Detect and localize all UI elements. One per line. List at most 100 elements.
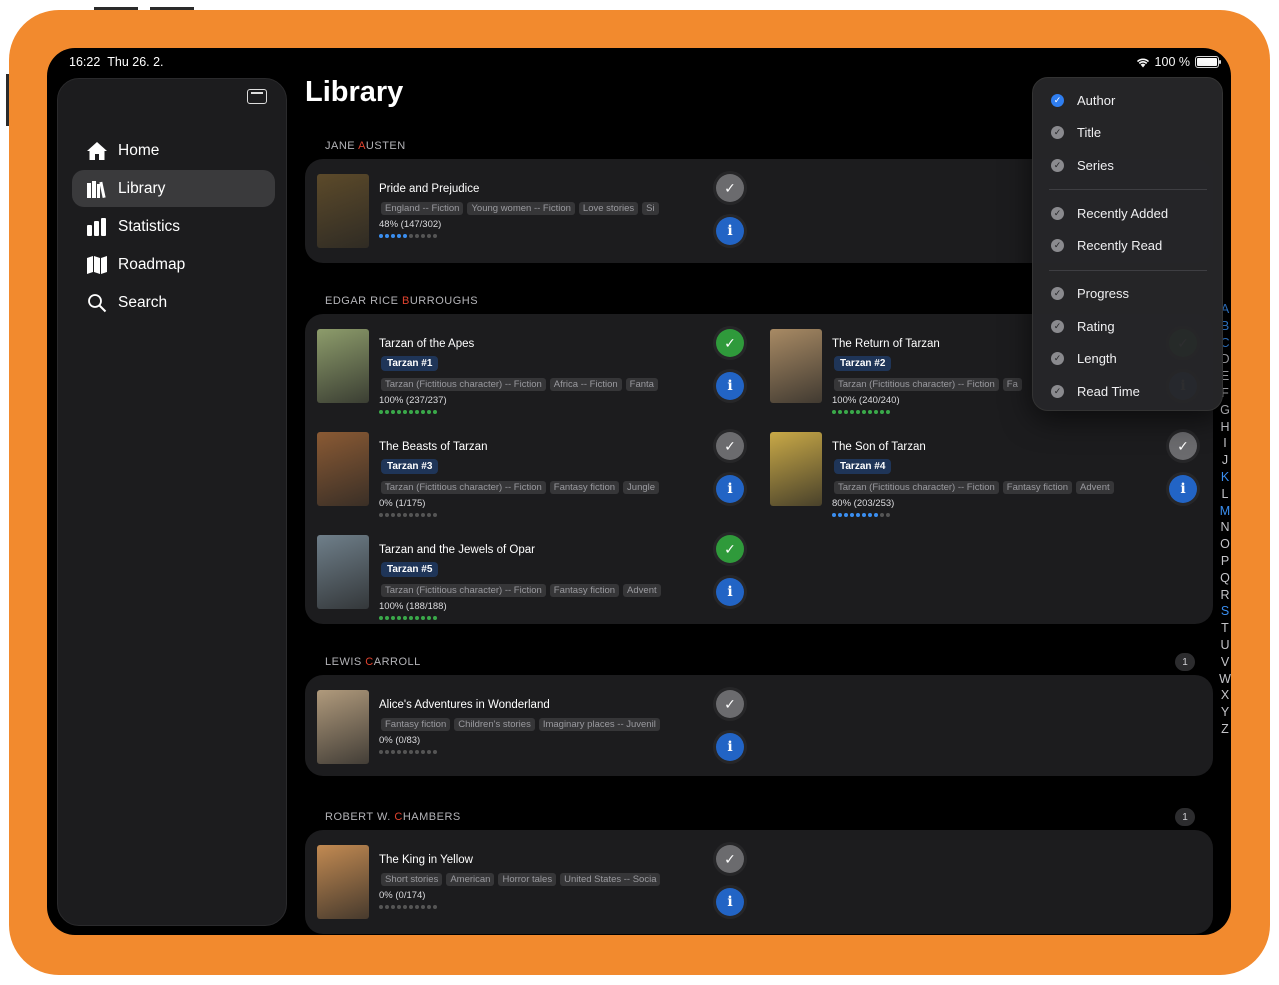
book-title[interactable]: The Return of Tarzan xyxy=(832,338,940,350)
book-cover[interactable] xyxy=(317,690,369,764)
subject-tag[interactable]: Fanta xyxy=(625,378,658,391)
mark-read-button[interactable]: ✓ xyxy=(716,329,744,357)
subject-tag[interactable]: Si xyxy=(642,202,659,215)
mark-read-button[interactable]: ✓ xyxy=(716,432,744,460)
info-button[interactable]: i xyxy=(716,888,744,916)
subject-tag[interactable]: Tarzan (Fictitious character) -- Fiction xyxy=(834,481,999,494)
sidebar-item-roadmap[interactable]: Roadmap xyxy=(72,246,275,283)
book-title[interactable]: Tarzan of the Apes xyxy=(379,338,474,350)
book-title[interactable]: The King in Yellow xyxy=(379,854,473,866)
series-badge[interactable]: Tarzan #1 xyxy=(381,356,439,371)
sort-option-length[interactable]: ✓ Length xyxy=(1033,343,1222,375)
subject-tag[interactable]: Fantasy fiction xyxy=(381,718,451,731)
sort-option-recently-added[interactable]: ✓ Recently Added xyxy=(1033,197,1222,229)
book-title[interactable]: Tarzan and the Jewels of Opar xyxy=(379,544,535,556)
sort-option-author[interactable]: ✓ Author xyxy=(1033,84,1222,116)
info-button[interactable]: i xyxy=(716,217,744,245)
alphabet-letter[interactable]: H xyxy=(1215,420,1231,437)
info-button[interactable]: i xyxy=(716,733,744,761)
alphabet-letter[interactable]: L xyxy=(1215,487,1231,504)
subject-tag[interactable]: Fantasy fiction xyxy=(549,584,620,597)
book-title[interactable]: The Son of Tarzan xyxy=(832,441,926,453)
book-title[interactable]: Alice's Adventures in Wonderland xyxy=(379,699,550,711)
book-row[interactable]: Tarzan of the Apes Tarzan #1 Tarzan (Ficti… xyxy=(305,314,745,414)
subject-tag[interactable]: Love stories xyxy=(578,202,639,215)
alphabet-letter[interactable]: P xyxy=(1215,554,1231,571)
subject-tag[interactable]: Tarzan (Fictitious character) -- Fiction xyxy=(381,378,546,391)
book-row[interactable]: The Son of Tarzan Tarzan #4 Tarzan (Fictit… xyxy=(758,417,1198,517)
alphabet-letter[interactable]: N xyxy=(1215,520,1231,537)
alphabet-letter[interactable]: O xyxy=(1215,537,1231,554)
info-button[interactable]: i xyxy=(716,578,744,606)
alphabet-letter[interactable]: Y xyxy=(1215,705,1231,722)
alphabet-letter[interactable]: T xyxy=(1215,621,1231,638)
book-cover[interactable] xyxy=(317,432,369,506)
sort-option-recently-read[interactable]: ✓ Recently Read xyxy=(1033,230,1222,262)
subject-tag[interactable]: American xyxy=(446,873,495,886)
book-row[interactable]: The King in Yellow Short stories American H… xyxy=(305,830,745,930)
sidebar-item-statistics[interactable]: Statistics xyxy=(72,208,275,245)
book-cover[interactable] xyxy=(770,329,822,403)
mark-read-button[interactable]: ✓ xyxy=(716,174,744,202)
subject-tag[interactable]: Imaginary places -- Juvenil xyxy=(538,718,660,731)
alphabet-letter[interactable]: S xyxy=(1215,604,1231,621)
subject-tag[interactable]: Fantasy fiction xyxy=(1002,481,1073,494)
series-badge[interactable]: Tarzan #2 xyxy=(834,356,892,371)
sidebar-item-home[interactable]: Home xyxy=(72,132,275,169)
subject-tag[interactable]: Tarzan (Fictitious character) -- Fiction xyxy=(381,584,546,597)
book-row[interactable]: Alice's Adventures in Wonderland Fantasy … xyxy=(305,675,745,775)
book-cover[interactable] xyxy=(317,174,369,248)
alphabet-letter[interactable]: I xyxy=(1215,436,1231,453)
book-cover[interactable] xyxy=(770,432,822,506)
subject-tag[interactable]: Children's stories xyxy=(454,718,535,731)
info-button[interactable]: i xyxy=(716,475,744,503)
sidebar-item-search[interactable]: Search xyxy=(72,284,275,321)
subject-tag[interactable]: United States -- Socia xyxy=(560,873,661,886)
series-badge[interactable]: Tarzan #5 xyxy=(381,562,439,577)
alphabet-letter[interactable]: Q xyxy=(1215,571,1231,588)
alphabet-letter[interactable]: U xyxy=(1215,638,1231,655)
sort-option-read-time[interactable]: ✓ Read Time xyxy=(1033,376,1222,408)
info-button[interactable]: i xyxy=(1169,475,1197,503)
book-row[interactable]: The Beasts of Tarzan Tarzan #3 Tarzan (Fic… xyxy=(305,417,745,517)
subject-tag[interactable]: Advent xyxy=(1076,481,1114,494)
subject-tag[interactable]: Jungle xyxy=(623,481,660,494)
alphabet-letter[interactable]: X xyxy=(1215,688,1231,705)
series-badge[interactable]: Tarzan #3 xyxy=(381,459,439,474)
mark-read-button[interactable]: ✓ xyxy=(1169,432,1197,460)
subject-tag[interactable]: Horror tales xyxy=(498,873,557,886)
series-badge[interactable]: Tarzan #4 xyxy=(834,459,892,474)
sort-option-series[interactable]: ✓ Series xyxy=(1033,149,1222,181)
subject-tag[interactable]: Tarzan (Fictitious character) -- Fiction xyxy=(834,378,999,391)
sidebar-item-library[interactable]: Library xyxy=(72,170,275,207)
subject-tag[interactable]: Africa -- Fiction xyxy=(549,378,622,391)
alphabet-letter[interactable]: Z xyxy=(1215,722,1231,739)
alphabet-letter[interactable]: V xyxy=(1215,655,1231,672)
sort-option-title[interactable]: ✓ Title xyxy=(1033,117,1222,149)
subject-tag[interactable]: Fa xyxy=(1002,378,1022,391)
sort-option-progress[interactable]: ✓ Progress xyxy=(1033,278,1222,310)
alphabet-letter[interactable]: W xyxy=(1215,672,1231,689)
mark-read-button[interactable]: ✓ xyxy=(716,535,744,563)
book-title[interactable]: The Beasts of Tarzan xyxy=(379,441,487,453)
alphabet-letter[interactable]: M xyxy=(1215,504,1231,521)
subject-tag[interactable]: Young women -- Fiction xyxy=(467,202,575,215)
book-row[interactable]: Tarzan and the Jewels of Opar Tarzan #5 Ta… xyxy=(305,520,745,620)
subject-tag[interactable]: Advent xyxy=(623,584,661,597)
book-cover[interactable] xyxy=(317,845,369,919)
alphabet-letter[interactable]: R xyxy=(1215,588,1231,605)
subject-tag[interactable]: Fantasy fiction xyxy=(549,481,620,494)
alphabet-letter[interactable]: K xyxy=(1215,470,1231,487)
mark-read-button[interactable]: ✓ xyxy=(716,690,744,718)
subject-tag[interactable]: Tarzan (Fictitious character) -- Fiction xyxy=(381,481,546,494)
book-title[interactable]: Pride and Prejudice xyxy=(379,183,479,195)
book-cover[interactable] xyxy=(317,329,369,403)
mark-read-button[interactable]: ✓ xyxy=(716,845,744,873)
subject-tag[interactable]: England -- Fiction xyxy=(381,202,464,215)
book-row[interactable]: Pride and Prejudice England -- Fiction You… xyxy=(305,159,745,259)
info-button[interactable]: i xyxy=(716,372,744,400)
book-cover[interactable] xyxy=(317,535,369,609)
sort-option-rating[interactable]: ✓ Rating xyxy=(1033,310,1222,342)
sidebar-toggle-icon[interactable] xyxy=(247,89,267,104)
subject-tag[interactable]: Short stories xyxy=(381,873,443,886)
